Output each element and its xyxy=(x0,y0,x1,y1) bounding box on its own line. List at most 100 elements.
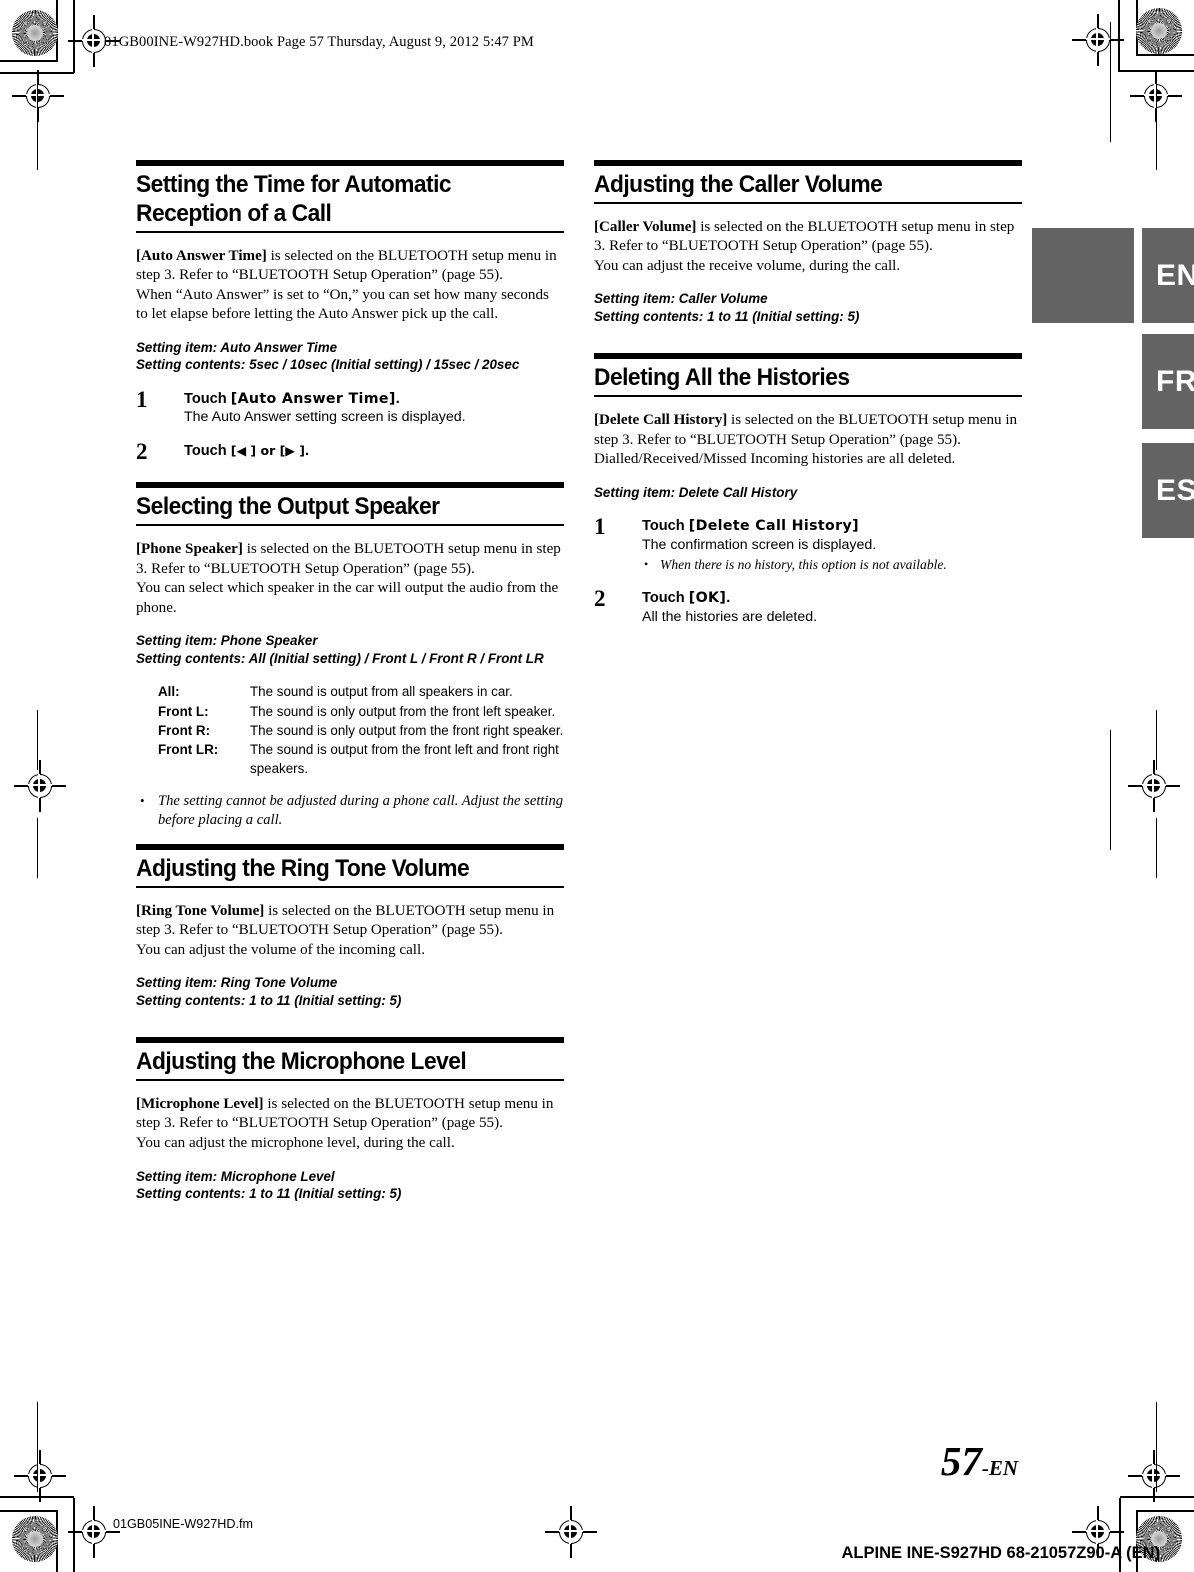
registration-crosshair-icon xyxy=(14,760,66,812)
option-description: The sound is output from all speakers in… xyxy=(250,684,513,700)
step-key-arrows[interactable]: [◀ ] or [▶ ] xyxy=(231,443,305,458)
section-paragraph-extra: You can adjust the volume of the incomin… xyxy=(136,941,425,958)
step-item: 2 Touch [◀ ] or [▶ ]. xyxy=(136,439,564,464)
source-file-name: 01GB05INE-W927HD.fm xyxy=(113,1517,253,1531)
section-paragraph-extra: You can adjust the receive volume, durin… xyxy=(594,257,901,274)
margin-hairline xyxy=(1155,818,1157,878)
setting-key-ref: [Auto Answer Time] xyxy=(136,247,267,264)
registration-crosshair-icon xyxy=(1128,1450,1180,1502)
section-heading: Selecting the Output Speaker xyxy=(136,493,440,521)
option-description: The sound is only output from the front … xyxy=(250,723,564,739)
setting-contents: Setting contents: 1 to 11 (Initial setti… xyxy=(136,992,402,1008)
section-rule-top xyxy=(136,1037,564,1044)
setting-key-ref: [Ring Tone Volume] xyxy=(136,902,265,919)
book-file-header: 01GB00INE-W927HD.book Page 57 Thursday, … xyxy=(104,34,534,50)
section-auto-answer-time: Setting the Time for Automatic Reception… xyxy=(136,160,564,464)
option-description: The sound is only output from the front … xyxy=(250,703,556,719)
section-heading: Adjusting the Ring Tone Volume xyxy=(136,854,470,882)
corner-crop-line xyxy=(0,1510,58,1512)
page-number-value: 57 xyxy=(940,1438,982,1484)
section-caller-volume: Adjusting the Caller Volume [Caller Volu… xyxy=(594,160,1022,325)
option-term: All: xyxy=(158,684,180,700)
section-rule-bottom xyxy=(136,231,564,233)
page-number: 57-EN xyxy=(941,1437,1018,1485)
section-paragraph: [Phone Speaker] is selected on the BLUET… xyxy=(136,540,564,618)
section-rule-bottom xyxy=(136,1079,564,1081)
left-column: Setting the Time for Automatic Reception… xyxy=(136,160,564,1219)
step-tail: . xyxy=(305,442,310,459)
margin-hairline xyxy=(37,818,39,878)
section-rule-top xyxy=(594,353,1022,360)
margin-hairline xyxy=(37,80,39,170)
step-title: Touch [Auto Answer Time]. xyxy=(184,390,564,409)
section-heading: Adjusting the Caller Volume xyxy=(594,171,883,198)
section-ring-tone-volume: Adjusting the Ring Tone Volume [Ring Ton… xyxy=(136,843,564,1009)
option-term: Front L: xyxy=(158,703,209,719)
list-item: Front LR: The sound is output from the f… xyxy=(158,741,564,778)
section-output-speaker: Selecting the Output Speaker [Phone Spea… xyxy=(136,482,564,829)
language-tab-label: ES xyxy=(1156,473,1194,507)
section-heading: Deleting All the Histories xyxy=(594,364,850,392)
margin-hairline xyxy=(37,710,39,770)
section-paragraph-extra: You can adjust the microphone level, dur… xyxy=(136,1135,455,1152)
setting-key-ref: [Microphone Level] xyxy=(136,1095,264,1112)
registration-crosshair-icon xyxy=(1128,760,1180,812)
language-tab-en[interactable]: EN xyxy=(1142,228,1194,323)
model-part-number: ALPINE INE-S927HD 68-21057Z90-A (EN) xyxy=(841,1544,1161,1562)
section-paragraph-extra: When “Auto Answer” is set to “On,” you c… xyxy=(136,286,549,323)
section-paragraph: [Caller Volume] is selected on the BLUET… xyxy=(594,218,1022,277)
margin-hairline xyxy=(1155,80,1157,170)
section-rule-top xyxy=(136,160,564,166)
section-delete-histories: Deleting All the Histories [Delete Call … xyxy=(594,353,1022,626)
step-item: 2 Touch [OK]. All the histories are dele… xyxy=(594,586,1022,626)
step-verb: Touch xyxy=(642,590,689,607)
page-number-suffix: -EN xyxy=(981,1456,1018,1480)
step-key[interactable]: [Auto Answer Time] xyxy=(231,391,396,407)
setting-contents: Setting contents: 1 to 11 (Initial setti… xyxy=(594,308,860,324)
setting-item: Setting item: Auto Answer Time xyxy=(136,339,338,355)
setting-item: Setting item: Phone Speaker xyxy=(136,633,318,649)
language-tab-label: FR xyxy=(1156,364,1194,398)
step-number: 1 xyxy=(594,514,606,540)
step-item: 1 Touch [Delete Call History] The confir… xyxy=(594,514,1022,574)
step-item: 1 Touch [Auto Answer Time]. The Auto Ans… xyxy=(136,386,564,427)
section-heading: Adjusting the Microphone Level xyxy=(136,1048,467,1076)
margin-hairline xyxy=(37,1402,39,1492)
section-rule-bottom xyxy=(136,524,564,527)
step-verb: Touch xyxy=(642,518,689,535)
step-key[interactable]: [OK] xyxy=(689,590,726,606)
step-number: 1 xyxy=(136,386,148,412)
corner-crop-line xyxy=(1136,1510,1194,1512)
section-note: The setting cannot be adjusted during a … xyxy=(136,791,564,830)
step-title: Touch [◀ ] or [▶ ]. xyxy=(184,442,564,461)
setting-key-ref: [Delete Call History] xyxy=(594,411,728,428)
step-tail: . xyxy=(726,590,731,607)
language-tab-fr[interactable]: FR xyxy=(1142,334,1194,429)
section-rule-top xyxy=(594,160,1022,166)
step-number: 2 xyxy=(136,438,148,464)
registration-crosshair-icon xyxy=(14,1450,66,1502)
step-verb: Touch xyxy=(184,390,231,407)
language-tab-label: EN xyxy=(1156,258,1194,292)
setting-block: Setting item: Delete Call History xyxy=(594,484,1022,502)
setting-contents: Setting contents: 1 to 11 (Initial setti… xyxy=(136,1186,402,1202)
section-paragraph: [Ring Tone Volume] is selected on the BL… xyxy=(136,902,564,961)
setting-key-ref: [Phone Speaker] xyxy=(136,541,243,558)
registration-crosshair-icon xyxy=(1072,14,1124,66)
registration-crosshair-icon xyxy=(68,1506,120,1558)
option-term: Front LR: xyxy=(158,742,219,758)
option-term: Front R: xyxy=(158,723,211,739)
section-paragraph-extra: You can select which speaker in the car … xyxy=(136,580,559,616)
margin-hairline xyxy=(1155,1402,1157,1492)
step-title: Touch [Delete Call History] xyxy=(642,517,1022,536)
step-key[interactable]: [Delete Call History] xyxy=(689,518,859,534)
margin-hairline xyxy=(1155,710,1157,770)
language-tab-es[interactable]: ES xyxy=(1142,443,1194,538)
step-tail: . xyxy=(395,390,400,407)
corner-crop-line xyxy=(1136,54,1194,56)
section-paragraph-extra: Dialled/Received/Missed Incoming histori… xyxy=(594,451,956,468)
margin-hairline xyxy=(1110,22,1112,142)
setting-block: Setting item: Auto Answer Time Setting c… xyxy=(136,339,564,374)
setting-key-ref: [Caller Volume] xyxy=(594,218,697,235)
speaker-option-list: All: The sound is output from all speake… xyxy=(158,683,564,777)
